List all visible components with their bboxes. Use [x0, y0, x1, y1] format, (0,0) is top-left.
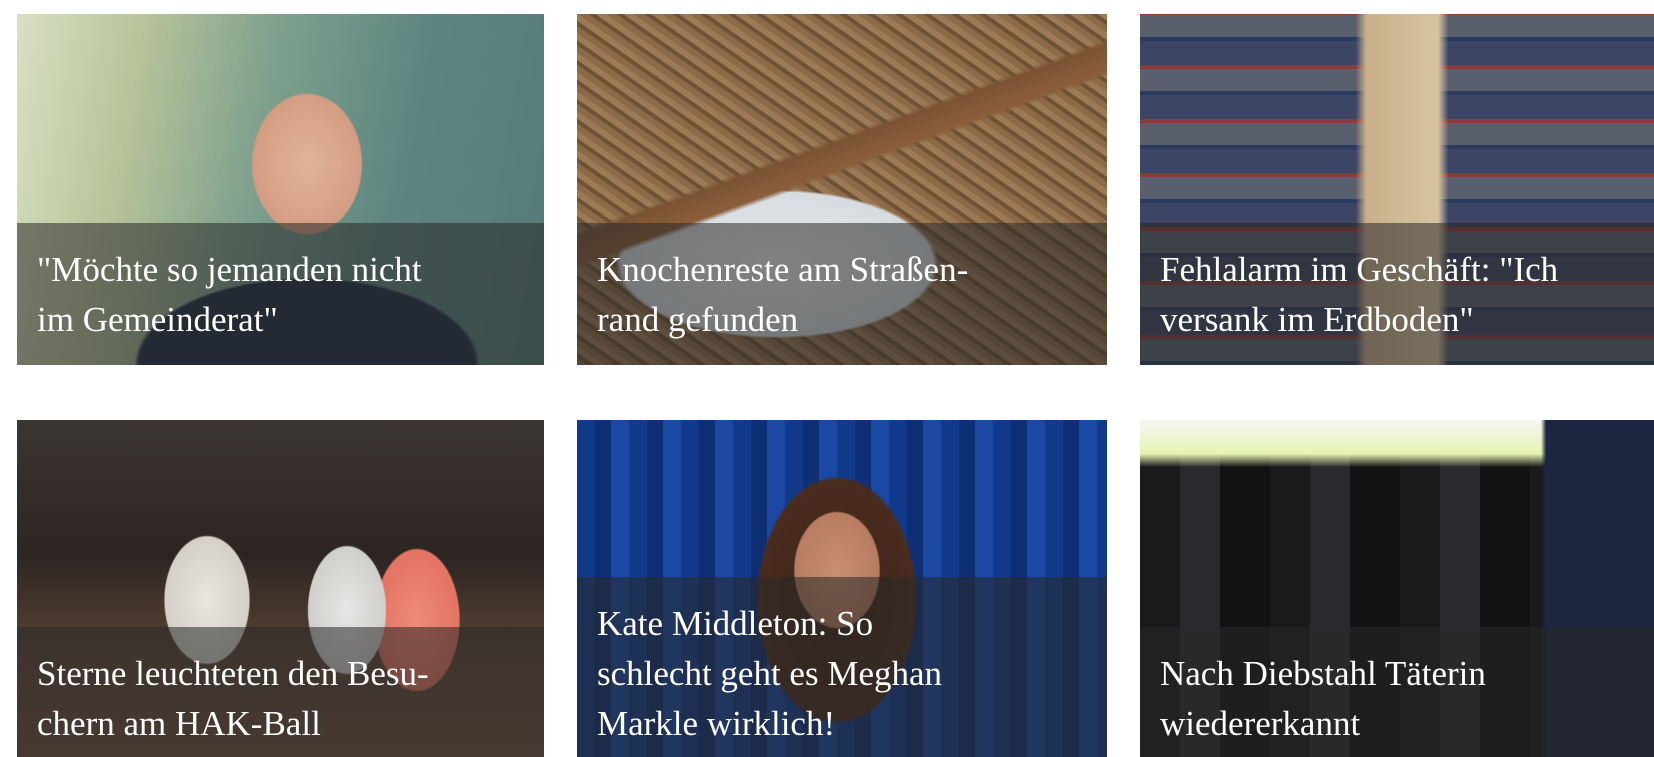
- title-overlay: Nach Diebstahl Täterin wiedererkannt: [1140, 627, 1654, 757]
- title-overlay: Fehlalarm im Geschäft: "Ich versank im E…: [1140, 223, 1654, 365]
- news-teaser-grid: "Möchte so jemanden nicht im Gemeinderat…: [0, 0, 1654, 757]
- article-card[interactable]: Fehlalarm im Geschäft: "Ich versank im E…: [1140, 14, 1654, 365]
- article-title[interactable]: Nach Diebstahl Täterin wiedererkannt: [1160, 649, 1632, 749]
- article-title[interactable]: Fehlalarm im Geschäft: "Ich versank im E…: [1160, 245, 1632, 345]
- article-card[interactable]: Nach Diebstahl Täterin wiedererkannt: [1140, 420, 1654, 757]
- article-title[interactable]: Knochenreste am Straßen- rand gefunden: [597, 245, 1085, 345]
- title-overlay: Sterne leuchteten den Besu- chern am HAK…: [17, 627, 544, 757]
- title-overlay: "Möchte so jemanden nicht im Gemeinderat…: [17, 223, 544, 365]
- article-card[interactable]: Knochenreste am Straßen- rand gefunden: [577, 14, 1107, 365]
- article-title[interactable]: Sterne leuchteten den Besu- chern am HAK…: [37, 649, 522, 749]
- article-title[interactable]: "Möchte so jemanden nicht im Gemeinderat…: [37, 245, 522, 345]
- title-overlay: Kate Middleton: So schlecht geht es Megh…: [577, 577, 1107, 757]
- article-card[interactable]: "Möchte so jemanden nicht im Gemeinderat…: [17, 14, 544, 365]
- article-card[interactable]: Kate Middleton: So schlecht geht es Megh…: [577, 420, 1107, 757]
- article-card[interactable]: Sterne leuchteten den Besu- chern am HAK…: [17, 420, 544, 757]
- article-title[interactable]: Kate Middleton: So schlecht geht es Megh…: [597, 599, 1085, 749]
- title-overlay: Knochenreste am Straßen- rand gefunden: [577, 223, 1107, 365]
